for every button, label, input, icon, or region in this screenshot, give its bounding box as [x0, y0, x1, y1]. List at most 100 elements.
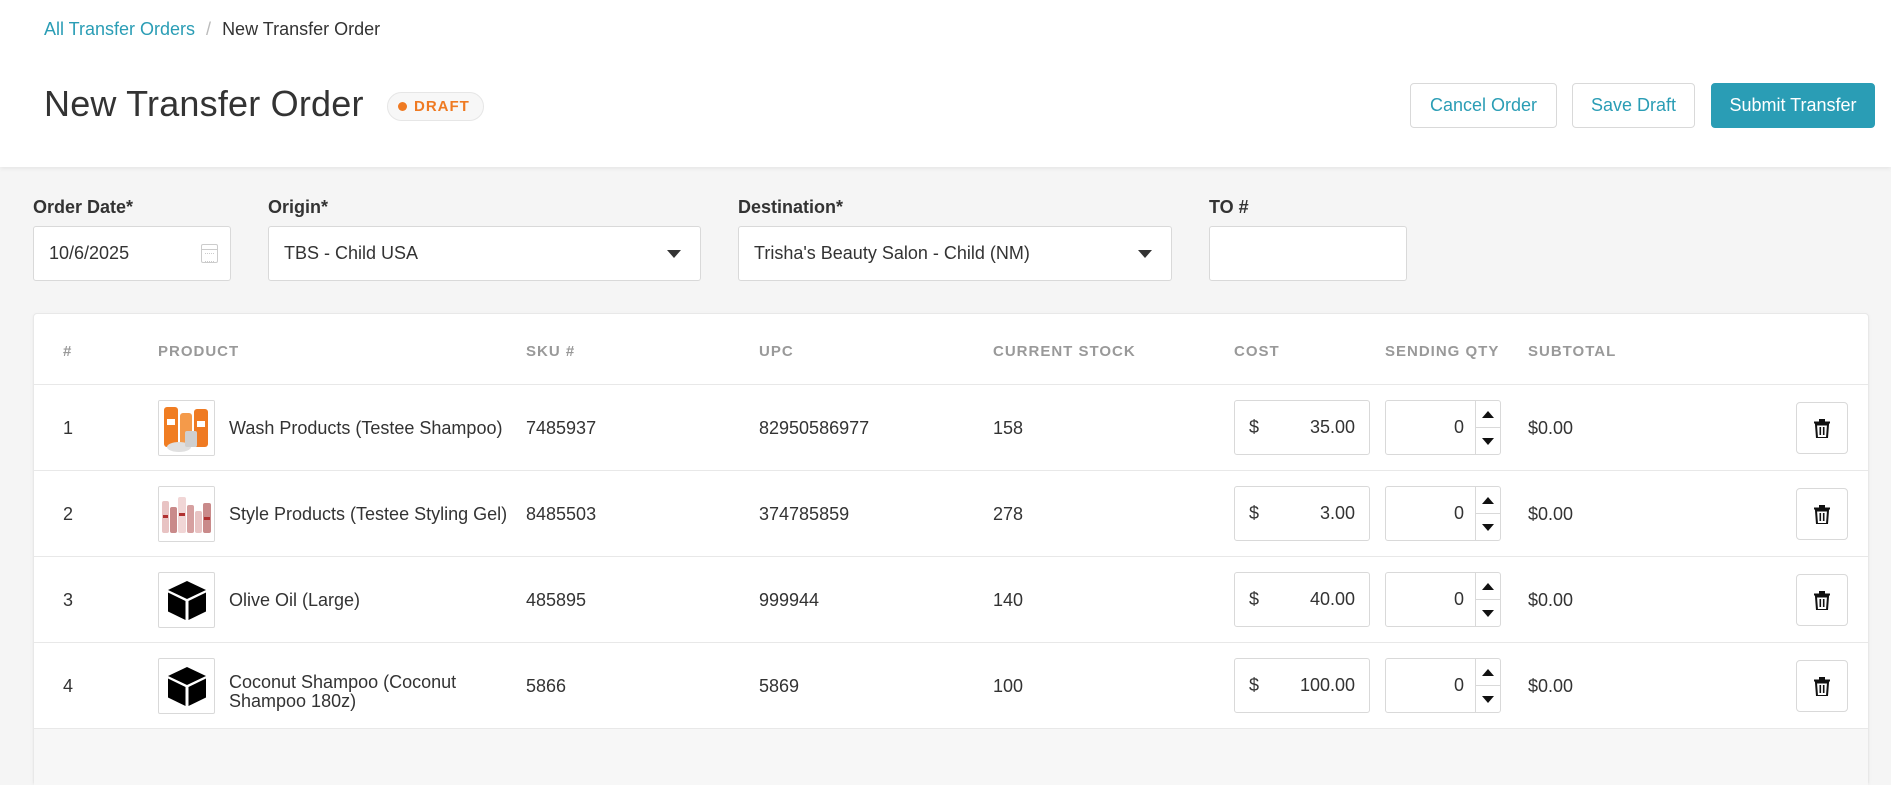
- row-number: 4: [63, 675, 74, 696]
- to-number-label: TO #: [1209, 197, 1249, 217]
- order-date-label: Order Date*: [33, 197, 134, 217]
- product-name[interactable]: Olive Oil (Large): [229, 557, 529, 643]
- save-draft-button[interactable]: Save Draft: [1572, 83, 1695, 128]
- sending-qty-value: 0: [1453, 417, 1464, 437]
- sending-qty-value: 0: [1453, 503, 1464, 523]
- decrement-button[interactable]: [1476, 427, 1500, 454]
- column-header-cost: COST: [1234, 343, 1280, 360]
- quantity-stepper: [1475, 573, 1500, 626]
- delete-row-button[interactable]: [1796, 402, 1848, 454]
- breadcrumb-link-all-transfer-orders[interactable]: All Transfer Orders: [44, 19, 195, 40]
- product-name[interactable]: Wash Products (Testee Shampoo): [229, 385, 529, 471]
- decrement-button[interactable]: [1476, 513, 1500, 540]
- breadcrumb-current: New Transfer Order: [222, 19, 381, 39]
- sending-qty-input[interactable]: 0: [1385, 658, 1501, 713]
- box-icon: [158, 572, 215, 628]
- trash-icon: [1814, 590, 1830, 610]
- increment-button[interactable]: [1476, 659, 1500, 685]
- table-row: 3 Olive Oil (Large) 485895 999944 140 $ …: [34, 556, 1868, 642]
- cost-value: 35.00: [1309, 417, 1355, 437]
- current-stock-value: 158: [993, 417, 1024, 438]
- table-row: 4 Coconut Shampoo (Coconut Shampoo 180z)…: [34, 642, 1868, 728]
- sending-qty-value: 0: [1453, 589, 1464, 609]
- subtotal-value: $0.00: [1528, 675, 1574, 696]
- sku-value: 7485937: [526, 417, 597, 438]
- cost-value: 100.00: [1299, 675, 1355, 695]
- sending-qty-input[interactable]: 0: [1385, 572, 1501, 627]
- trash-icon: [1814, 418, 1830, 438]
- quantity-stepper: [1475, 487, 1500, 540]
- upc-value: 999944: [759, 589, 820, 610]
- delete-row-button[interactable]: [1796, 574, 1848, 626]
- row-number: 2: [63, 503, 74, 524]
- submit-transfer-button[interactable]: Submit Transfer: [1711, 83, 1875, 128]
- cost-input[interactable]: $ 100.00: [1234, 658, 1370, 713]
- upc-value: 5869: [759, 675, 800, 696]
- subtotal-value: $0.00: [1528, 503, 1574, 524]
- calendar-icon[interactable]: [201, 244, 218, 263]
- table-footer: [34, 728, 1868, 785]
- destination-value: Trisha's Beauty Salon - Child (NM): [754, 243, 1030, 263]
- currency-symbol: $: [1249, 417, 1260, 437]
- column-header-product: PRODUCT: [158, 343, 240, 360]
- status-dot-icon: [398, 102, 407, 111]
- delete-row-button[interactable]: [1796, 660, 1848, 712]
- trash-icon: [1814, 504, 1830, 524]
- column-header-current-stock: CURRENT STOCK: [993, 343, 1136, 360]
- product-name[interactable]: Style Products (Testee Styling Gel): [229, 471, 529, 557]
- product-name[interactable]: Coconut Shampoo (Coconut Shampoo 180z): [229, 643, 529, 729]
- row-number: 1: [63, 417, 74, 438]
- order-date-value: 10/6/2025: [49, 243, 130, 263]
- row-number: 3: [63, 589, 74, 610]
- chevron-down-icon: [1138, 250, 1152, 258]
- quantity-stepper: [1475, 401, 1500, 454]
- arrow-down-icon: [1482, 437, 1494, 445]
- box-icon: [158, 658, 215, 714]
- current-stock-value: 100: [993, 675, 1024, 696]
- sending-qty-input[interactable]: 0: [1385, 486, 1501, 541]
- chevron-down-icon: [667, 250, 681, 258]
- sku-value: 5866: [526, 675, 567, 696]
- origin-value: TBS - Child USA: [284, 243, 419, 263]
- upc-value: 374785859: [759, 503, 850, 524]
- increment-button[interactable]: [1476, 573, 1500, 599]
- destination-label: Destination*: [738, 197, 844, 217]
- to-number-input[interactable]: [1209, 226, 1407, 281]
- column-header-number: #: [63, 343, 73, 360]
- current-stock-value: 278: [993, 503, 1024, 524]
- quantity-stepper: [1475, 659, 1500, 712]
- decrement-button[interactable]: [1476, 685, 1500, 712]
- origin-label: Origin*: [268, 197, 329, 217]
- cost-input[interactable]: $ 35.00: [1234, 400, 1370, 455]
- arrow-down-icon: [1482, 609, 1494, 617]
- products-table: # PRODUCT SKU # UPC CURRENT STOCK COST S…: [33, 313, 1869, 785]
- shampoo-product-photo: [158, 400, 215, 456]
- arrow-up-icon: [1482, 668, 1494, 676]
- column-header-subtotal: SUBTOTAL: [1528, 343, 1617, 360]
- sending-qty-input[interactable]: 0: [1385, 400, 1501, 455]
- order-date-input[interactable]: 10/6/2025: [33, 226, 231, 281]
- styling-gel-product-photo: [158, 486, 215, 542]
- subtotal-value: $0.00: [1528, 417, 1574, 438]
- destination-select[interactable]: Trisha's Beauty Salon - Child (NM): [738, 226, 1172, 281]
- cost-input[interactable]: $ 40.00: [1234, 572, 1370, 627]
- cancel-order-button[interactable]: Cancel Order: [1410, 83, 1557, 128]
- arrow-down-icon: [1482, 523, 1494, 531]
- delete-row-button[interactable]: [1796, 488, 1848, 540]
- cost-value: 40.00: [1309, 589, 1355, 609]
- decrement-button[interactable]: [1476, 599, 1500, 626]
- column-header-sending-qty: SENDING QTY: [1385, 343, 1500, 360]
- arrow-up-icon: [1482, 496, 1494, 504]
- table-row: 2 Style Products (Testee Styling Gel) 84…: [34, 470, 1868, 556]
- column-header-upc: UPC: [759, 343, 794, 360]
- arrow-down-icon: [1482, 695, 1494, 703]
- cost-input[interactable]: $ 3.00: [1234, 486, 1370, 541]
- breadcrumb-separator: /: [206, 19, 212, 39]
- arrow-up-icon: [1482, 410, 1494, 418]
- column-header-sku: SKU #: [526, 343, 576, 360]
- origin-select[interactable]: TBS - Child USA: [268, 226, 701, 281]
- cost-value: 3.00: [1319, 503, 1355, 523]
- upc-value: 82950586977: [759, 417, 870, 438]
- increment-button[interactable]: [1476, 487, 1500, 513]
- increment-button[interactable]: [1476, 401, 1500, 427]
